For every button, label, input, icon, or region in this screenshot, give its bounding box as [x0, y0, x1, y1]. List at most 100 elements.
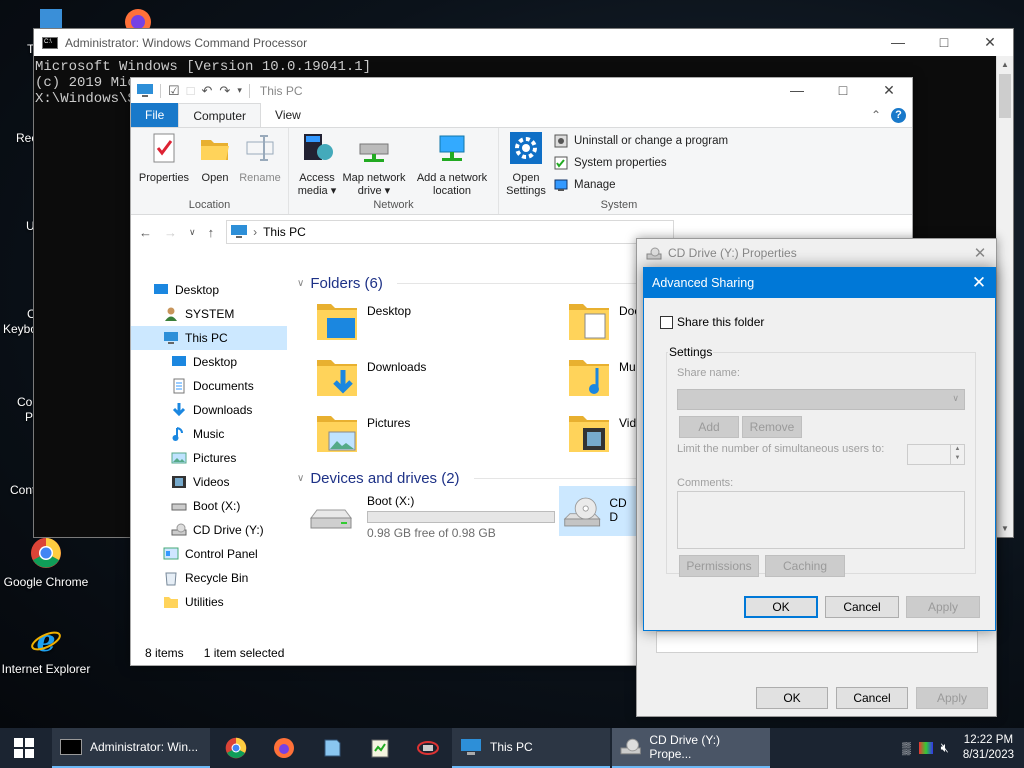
uninstall-program-button[interactable]: Uninstall or change a program — [554, 134, 728, 148]
redo-icon[interactable]: ↷ — [219, 83, 230, 99]
maximize-icon[interactable]: □ — [820, 82, 866, 99]
nav-item-boot-drive[interactable]: Boot (X:) — [131, 494, 287, 518]
props-apply-button[interactable]: Apply — [916, 687, 988, 709]
maximize-icon[interactable]: □ — [921, 34, 967, 51]
tab-computer[interactable]: Computer — [178, 103, 262, 127]
tab-view[interactable]: View — [261, 103, 315, 127]
display-tray-icon[interactable] — [918, 742, 933, 754]
scroll-up-icon[interactable]: ▲ — [997, 56, 1013, 73]
back-icon[interactable]: ← — [139, 225, 152, 240]
nav-item-downloads[interactable]: Downloads — [131, 398, 287, 422]
nav-item-pictures[interactable]: Pictures — [131, 446, 287, 470]
checkbox-box[interactable] — [660, 315, 673, 329]
open-settings-button[interactable]: Open Settings — [503, 132, 549, 198]
forward-icon[interactable]: → — [164, 225, 177, 240]
folder-pictures[interactable]: Pictures — [315, 412, 410, 456]
taskbar-this-pc[interactable]: This PC — [452, 728, 610, 768]
cmd-titlebar[interactable]: Administrator: Windows Command Processor… — [34, 29, 1013, 56]
minimize-icon[interactable]: — — [774, 82, 820, 99]
close-icon[interactable]: ✕ — [964, 244, 996, 262]
props-ok-button[interactable]: OK — [756, 687, 828, 709]
advanced-sharing-titlebar[interactable]: Advanced Sharing ✕ — [644, 268, 995, 298]
up-icon[interactable]: ↑ — [208, 225, 215, 240]
nav-item-utilities[interactable]: Utilities — [131, 590, 287, 614]
spinner-arrows-icon[interactable]: ▲ ▼ — [950, 445, 964, 464]
properties-button[interactable]: Properties — [137, 132, 191, 185]
navigation-pane[interactable]: Desktop SYSTEM This PC Desktop Documents… — [131, 272, 287, 637]
add-share-button[interactable]: Add — [679, 416, 739, 438]
scroll-down-icon[interactable]: ▼ — [997, 520, 1013, 537]
remove-share-button[interactable]: Remove — [742, 416, 802, 438]
collapse-chevron-icon[interactable]: ∨ — [297, 473, 304, 484]
taskbar-cmd[interactable]: Administrator: Win... — [52, 728, 210, 768]
desktop-icon-internet-explorer[interactable]: e Internet Explorer — [1, 624, 91, 676]
comments-textarea[interactable] — [677, 491, 965, 549]
drive-boot[interactable]: Boot (X:) 0.98 GB free of 0.98 GB — [309, 494, 555, 540]
nav-item-desktop[interactable]: Desktop — [131, 350, 287, 374]
nav-item-system[interactable]: SYSTEM — [131, 302, 287, 326]
taskbar-tool[interactable] — [404, 728, 452, 768]
recent-locations-icon[interactable]: ∨ — [189, 227, 196, 238]
tab-file[interactable]: File — [131, 103, 179, 127]
nav-item-cd-drive[interactable]: CD Drive (Y:) — [131, 518, 287, 542]
help-icon[interactable]: ? — [891, 107, 906, 123]
props-cancel-button[interactable]: Cancel — [836, 687, 908, 709]
new-folder-icon[interactable]: □ — [187, 83, 195, 98]
manage-button[interactable]: Manage — [554, 178, 616, 192]
properties-small-icon[interactable]: ☑ — [168, 83, 180, 99]
share-name-combobox[interactable]: ∨ — [677, 389, 965, 410]
nav-item-videos[interactable]: Videos — [131, 470, 287, 494]
desktop-icon-chrome[interactable]: Google Chrome — [1, 537, 91, 589]
folder-documents[interactable]: Doc — [567, 300, 640, 344]
advanced-sharing-dialog[interactable]: Advanced Sharing ✕ Share this folder Set… — [643, 267, 996, 631]
taskbar-chrome[interactable] — [212, 728, 260, 768]
this-pc-icon — [461, 739, 481, 755]
undo-icon[interactable]: ↶ — [202, 83, 213, 99]
explorer-titlebar[interactable]: ☑ □ ↶ ↷ ▾ This PC — □ ✕ — [131, 78, 912, 103]
nav-item-this-pc[interactable]: This PC — [131, 326, 287, 350]
caching-button[interactable]: Caching — [765, 555, 845, 577]
open-button[interactable]: Open — [195, 132, 235, 185]
taskbar-cd-properties[interactable]: CD Drive (Y:) Prope... — [612, 728, 770, 768]
clock[interactable]: 12:22 PM 8/31/2023 — [963, 733, 1014, 763]
close-icon[interactable]: ✕ — [866, 82, 912, 99]
add-network-location-button[interactable]: Add a network location — [411, 132, 493, 198]
apply-button[interactable]: Apply — [906, 596, 980, 618]
minimize-icon[interactable]: — — [875, 34, 921, 51]
taskbar: Administrator: Win... This PC CD Drive (… — [0, 728, 1024, 768]
system-properties-button[interactable]: System properties — [554, 156, 667, 170]
taskbar-firefox[interactable] — [260, 728, 308, 768]
nav-item-music[interactable]: Music — [131, 422, 287, 446]
properties-titlebar[interactable]: CD Drive (Y:) Properties ✕ — [637, 239, 996, 266]
network-tray-icon[interactable]: ▒ — [902, 741, 911, 755]
folder-videos[interactable]: Vide — [567, 412, 643, 456]
taskbar-notepad[interactable] — [356, 728, 404, 768]
user-limit-spinner[interactable]: ▲ ▼ — [907, 444, 965, 465]
folder-downloads[interactable]: Downloads — [315, 356, 426, 400]
customize-dropdown-icon[interactable]: ▾ — [237, 85, 242, 96]
start-button[interactable] — [0, 728, 48, 768]
cancel-button[interactable]: Cancel — [825, 596, 899, 618]
nav-item-control-panel[interactable]: Control Panel — [131, 542, 287, 566]
taskbar-app[interactable] — [308, 728, 356, 768]
folder-desktop[interactable]: Desktop — [315, 300, 411, 344]
permissions-button[interactable]: Permissions — [679, 555, 759, 577]
ok-button[interactable]: OK — [744, 596, 818, 618]
close-icon[interactable]: ✕ — [963, 273, 995, 293]
share-this-folder-checkbox[interactable]: Share this folder — [660, 315, 764, 329]
nav-item-desktop-root[interactable]: Desktop — [131, 278, 287, 302]
access-media-button[interactable]: Access media ▾ — [293, 132, 341, 198]
nav-item-recycle-bin[interactable]: Recycle Bin — [131, 566, 287, 590]
collapse-chevron-icon[interactable]: ∨ — [297, 278, 304, 289]
address-bar[interactable]: › This PC — [226, 220, 674, 244]
nav-item-documents[interactable]: Documents — [131, 374, 287, 398]
folder-music[interactable]: Mus — [567, 356, 642, 400]
cmd-scrollbar[interactable]: ▲ ▼ — [996, 56, 1013, 537]
drive-cd[interactable]: CD D — [559, 486, 639, 536]
scroll-thumb[interactable] — [999, 74, 1011, 118]
close-icon[interactable]: ✕ — [967, 34, 1013, 51]
rename-button[interactable]: Rename — [235, 132, 285, 185]
collapse-ribbon-icon[interactable]: ⌃ — [871, 108, 881, 122]
map-network-drive-button[interactable]: Map network drive ▾ — [339, 132, 409, 198]
volume-muted-icon[interactable]: 🔇︎ — [941, 740, 949, 756]
